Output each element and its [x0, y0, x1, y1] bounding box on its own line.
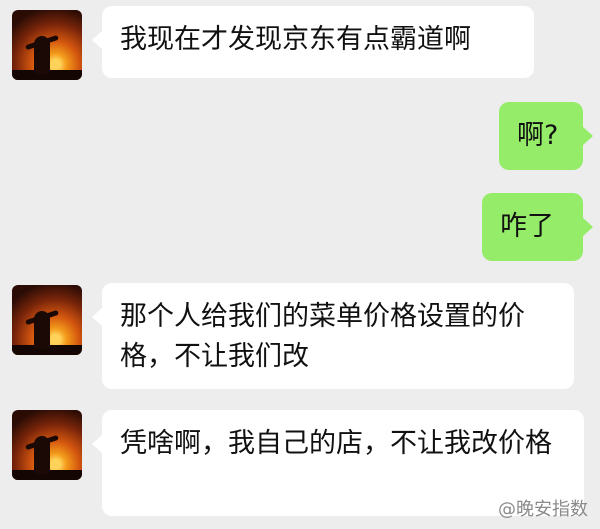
contact-avatar[interactable]: [12, 285, 82, 355]
message-text: 那个人给我们的菜单价格设置的价格，不让我们改: [120, 301, 525, 372]
message-bubble[interactable]: 咋了: [482, 193, 593, 261]
message-text: 我现在才发现京东有点霸道啊: [120, 24, 471, 55]
message-text: 咋了: [500, 211, 554, 242]
contact-avatar[interactable]: [12, 410, 82, 480]
message-bubble[interactable]: 那个人给我们的菜单价格设置的价格，不让我们改: [92, 283, 574, 389]
watermark: @晚安指数: [498, 499, 588, 520]
message-text: 凭啥啊，我自己的店，不让我改价格: [120, 428, 552, 459]
contact-avatar[interactable]: [12, 10, 82, 80]
message-text: 啊?: [517, 120, 559, 151]
message-bubble[interactable]: 啊?: [499, 102, 593, 170]
message-bubble[interactable]: 我现在才发现京东有点霸道啊: [92, 6, 534, 78]
